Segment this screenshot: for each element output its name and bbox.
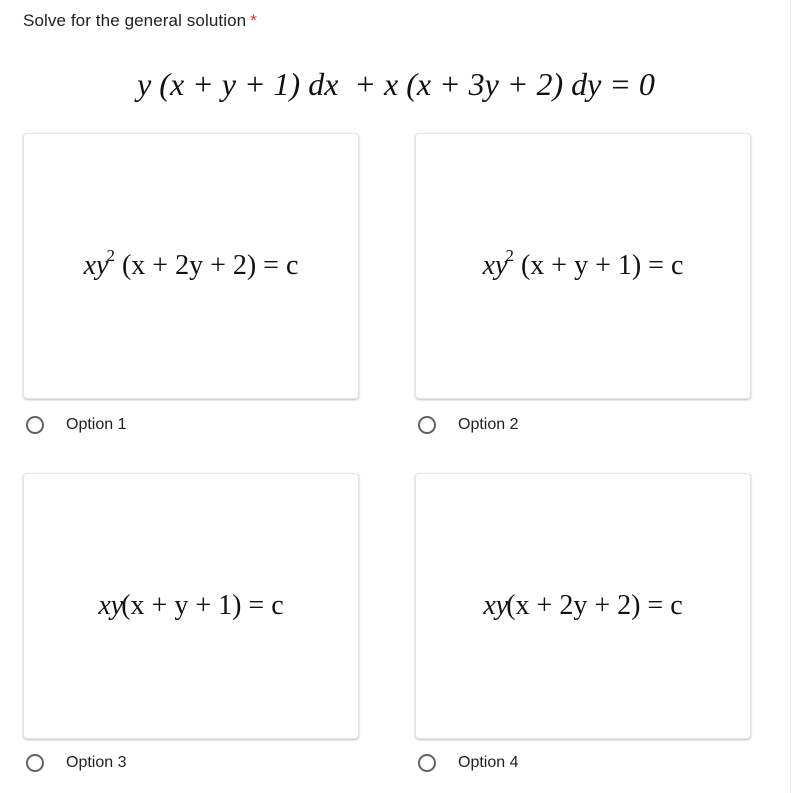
radio-circle-icon[interactable] <box>418 416 436 434</box>
option-2-label: Option 2 <box>458 416 519 433</box>
option-4-image-card[interactable]: xy(x + 2y + 2) = c <box>415 473 751 739</box>
equation-text: y (x + y + 1) dx + x (x + 3y + 2) dy = 0 <box>137 66 655 102</box>
question-title: Solve for the general solution * <box>23 11 257 31</box>
option-3-label: Option 3 <box>66 754 127 771</box>
radio-circle-icon[interactable] <box>26 754 44 772</box>
option-4-label: Option 4 <box>458 754 519 771</box>
option-3-image-card[interactable]: xy(x + y + 1) = c <box>23 473 359 739</box>
option-3-radio[interactable]: Option 3 <box>26 754 126 772</box>
scrollbar-edge <box>790 0 791 793</box>
option-4-radio[interactable]: Option 4 <box>418 754 518 772</box>
question-equation-image: y (x + y + 1) dx + x (x + 3y + 2) dy = 0 <box>0 66 792 103</box>
option-2-formula: xy2 (x + y + 1) = c <box>482 246 684 281</box>
option-1-formula: xy2 (x + 2y + 2) = c <box>83 246 299 281</box>
radio-circle-icon[interactable] <box>26 416 44 434</box>
option-2-radio[interactable]: Option 2 <box>418 416 518 434</box>
required-marker: * <box>250 11 257 30</box>
option-1-label: Option 1 <box>66 416 127 433</box>
option-1-image-card[interactable]: xy2 (x + 2y + 2) = c <box>23 133 359 399</box>
option-4-formula: xy(x + 2y + 2) = c <box>483 590 683 621</box>
option-3-formula: xy(x + y + 1) = c <box>98 590 284 621</box>
question-title-text: Solve for the general solution <box>23 11 247 30</box>
option-2-image-card[interactable]: xy2 (x + y + 1) = c <box>415 133 751 399</box>
radio-circle-icon[interactable] <box>418 754 436 772</box>
option-1-radio[interactable]: Option 1 <box>26 416 126 434</box>
